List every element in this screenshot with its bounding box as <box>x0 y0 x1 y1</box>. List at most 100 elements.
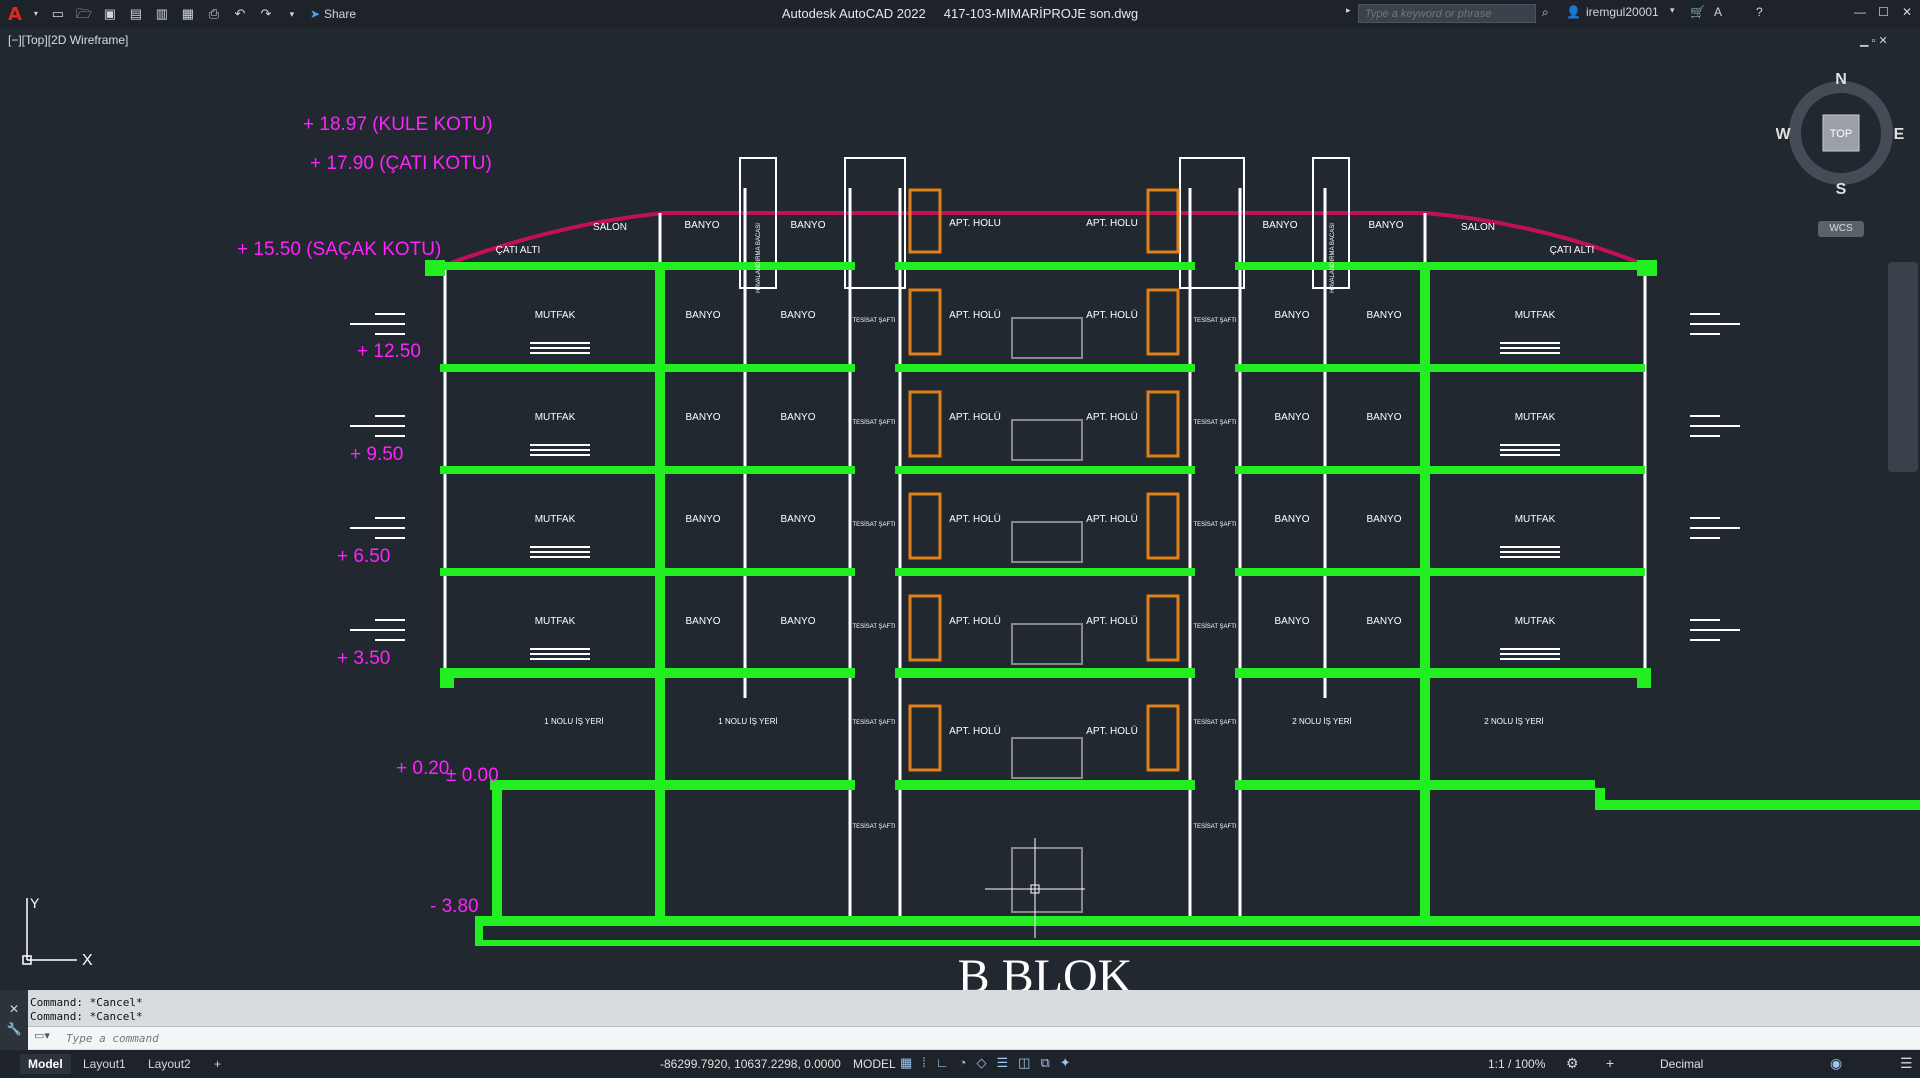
help-icon[interactable]: ? <box>1756 5 1763 19</box>
status-toggles: ▦ ⁞ ∟ ◔ ◇ ☰ ◫ ⧉ ✦ <box>900 1055 1071 1071</box>
block-title: B BLOK <box>958 950 1133 990</box>
customize-qat-icon[interactable]: ▾ <box>284 6 300 22</box>
wcs-menu[interactable]: WCS <box>1818 221 1864 237</box>
elevation-label: + 6.50 <box>337 546 390 567</box>
chevron-right-icon[interactable]: ▸ <box>1346 5 1351 16</box>
new-file-icon[interactable]: ▭ <box>50 6 66 22</box>
tab-layout2[interactable]: Layout2 <box>140 1054 199 1074</box>
room-label: SALON <box>593 222 627 233</box>
search-icon[interactable]: ⌕ <box>1542 5 1549 20</box>
elevation-labels: + 18.97 (KULE KOTU) + 17.90 (ÇATI KOTU) … <box>237 114 499 917</box>
chevron-down-icon[interactable]: ▾ <box>1670 5 1675 16</box>
drawing-canvas[interactable]: Y X + 18.97 (KULE KOTU) + 17.90 (ÇATI KO… <box>0 28 1920 990</box>
room-label: BANYO <box>685 310 720 321</box>
room-label: APT. HOLÜ <box>1086 411 1138 423</box>
open-folder-icon[interactable]: 🗁 <box>76 6 92 22</box>
compass-north[interactable]: N <box>1835 71 1847 88</box>
section-markers <box>350 313 1740 641</box>
help-search-input[interactable] <box>1358 4 1536 23</box>
room-label: MUTFAK <box>1515 310 1556 321</box>
shaft-label: TESİSAT ŞAFTI <box>1193 317 1236 324</box>
customize-icon[interactable]: 🔧 <box>0 1022 28 1036</box>
transparency-icon[interactable]: ◫ <box>1018 1055 1030 1071</box>
selection-cycling-icon[interactable]: ⧉ <box>1040 1055 1049 1071</box>
maximize-icon[interactable]: ☐ <box>1878 5 1889 19</box>
room-label: MUTFAK <box>1515 412 1556 423</box>
navigation-bar[interactable] <box>1888 262 1918 472</box>
autodesk-app-icon[interactable]: A <box>1714 5 1722 19</box>
redo-icon[interactable]: ↷ <box>258 6 274 22</box>
undo-icon[interactable]: ↶ <box>232 6 248 22</box>
snap-icon[interactable]: ⁞ <box>922 1055 926 1071</box>
room-label: BANYO <box>780 412 815 423</box>
save-icon[interactable]: ▣ <box>102 6 118 22</box>
app-title: Autodesk AutoCAD 2022 <box>781 6 926 21</box>
annotation-scale[interactable]: 1:1 / 100% <box>1488 1057 1545 1071</box>
room-label: BANYO <box>685 514 720 525</box>
fixtures <box>530 317 1560 913</box>
add-layout-button[interactable]: + <box>206 1054 229 1074</box>
elevation-label: ± 0.00 <box>446 765 499 786</box>
command-line-handle[interactable]: ✕ 🔧 <box>0 990 28 1050</box>
command-input-row[interactable]: ▭▾ <box>28 1026 1920 1049</box>
ortho-icon[interactable]: ∟ <box>936 1055 949 1071</box>
elevation-label: + 9.50 <box>350 444 403 465</box>
osnap-icon[interactable]: ◇ <box>977 1055 987 1071</box>
recent-commands-icon[interactable]: ▭▾ <box>34 1029 50 1042</box>
shaft-label: TESİSAT ŞAFTI <box>1193 823 1236 830</box>
close-icon[interactable]: ✕ <box>0 1002 28 1016</box>
print-icon[interactable]: ⎙ <box>206 6 222 22</box>
user-icon: 👤 <box>1566 5 1581 19</box>
room-label: APT. HOLÜ <box>949 615 1001 627</box>
grid-icon[interactable]: ▦ <box>900 1055 912 1071</box>
chevron-down-icon[interactable]: ▾ <box>32 6 40 22</box>
cart-icon[interactable]: 🛒 <box>1690 5 1705 19</box>
model-space-toggle[interactable]: MODEL <box>853 1057 896 1071</box>
room-label: BANYO <box>684 220 719 231</box>
shaft-label: TESİSAT ŞAFTI <box>852 823 895 830</box>
room-label: APT. HOLÜ <box>949 725 1001 737</box>
isolate-icon[interactable]: ◉ <box>1830 1055 1842 1072</box>
minimize-icon[interactable]: — <box>1854 5 1866 19</box>
shaft-label: TESİSAT ŞAFTI <box>852 719 895 726</box>
room-label: MUTFAK <box>1515 514 1556 525</box>
plus-icon[interactable]: + <box>1606 1055 1614 1071</box>
room-label: BANYO <box>685 412 720 423</box>
quick-access-toolbar: A ▾ ▭ 🗁 ▣ ▤ ▥ ▦ ⎙ ↶ ↷ ▾ ➤ Share <box>0 4 356 25</box>
viewcube-top-label: TOP <box>1830 128 1852 140</box>
polar-icon[interactable]: ◔ <box>959 1055 967 1071</box>
ucs-x-label: X <box>82 952 93 969</box>
coordinate-readout[interactable]: -86299.7920, 10637.2298, 0.0000 <box>660 1057 841 1071</box>
room-label: BANYO <box>780 310 815 321</box>
user-name[interactable]: iremgul20001 <box>1586 5 1659 19</box>
publish-icon[interactable]: ▥ <box>154 6 170 22</box>
lineweight-icon[interactable]: ☰ <box>997 1055 1009 1071</box>
menu-icon[interactable]: ☰ <box>1900 1055 1913 1072</box>
units-selector[interactable]: Decimal <box>1660 1057 1703 1071</box>
room-label: 2 NOLU İŞ YERİ <box>1292 717 1351 726</box>
plot-icon[interactable]: ▦ <box>180 6 196 22</box>
compass-east[interactable]: E <box>1894 126 1905 143</box>
share-button[interactable]: ➤ Share <box>310 7 356 21</box>
tab-layout1[interactable]: Layout1 <box>75 1054 134 1074</box>
vent-label: HAVALANDIRMA BACASI <box>756 223 762 293</box>
autocad-logo-icon[interactable]: A <box>8 4 22 25</box>
close-icon[interactable]: ✕ <box>1902 5 1912 19</box>
gear-icon[interactable]: ⚙ <box>1566 1055 1579 1072</box>
save-as-icon[interactable]: ▤ <box>128 6 144 22</box>
elevation-label: + 15.50 (SAÇAK KOTU) <box>237 239 441 260</box>
command-input[interactable] <box>64 1028 1868 1048</box>
room-label: BANYO <box>1274 514 1309 525</box>
room-label: APT. HOLÜ <box>1086 513 1138 525</box>
annotation-icon[interactable]: ✦ <box>1060 1055 1071 1071</box>
floor-slabs <box>425 260 1920 946</box>
elevation-label: + 18.97 (KULE KOTU) <box>303 114 493 135</box>
viewcube[interactable]: TOP N S E W <box>1776 68 1906 198</box>
compass-west[interactable]: W <box>1776 126 1791 143</box>
file-name: 417-103-MIMARİPROJE son.dwg <box>943 6 1139 21</box>
compass-south[interactable]: S <box>1836 181 1847 198</box>
share-icon: ➤ <box>309 7 320 21</box>
tab-model[interactable]: Model <box>20 1054 71 1074</box>
command-history-line: Command: *Cancel* <box>30 996 143 1009</box>
room-label: BANYO <box>790 220 825 231</box>
